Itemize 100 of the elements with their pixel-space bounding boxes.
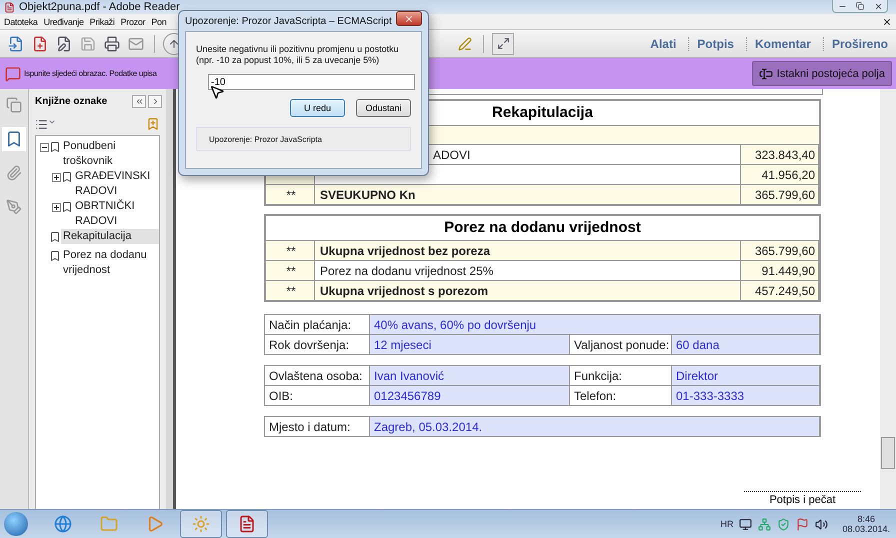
pane-tab[interactable]: Komentar (746, 36, 819, 50)
play-icon (146, 515, 164, 533)
menu-item[interactable]: Pon (148, 16, 170, 26)
menu-item[interactable]: Datoteka (1, 16, 41, 26)
pane-tab[interactable]: Alati (642, 36, 684, 50)
cursor-icon (209, 84, 225, 100)
ok-button[interactable]: U redu (290, 99, 345, 117)
bookmark-item[interactable]: OBRTNIČKI RADOVI (73, 199, 159, 229)
create-file-icon (8, 36, 24, 52)
form-message: Ispunite sljedeći obrazac. Podatke upisa (24, 69, 157, 78)
table-cell: Ukupna vrijednost bez poreza (315, 241, 741, 260)
table-title: Porez na dodanu vrijednost (444, 218, 641, 238)
panel-title: Knjižne oznake (35, 96, 108, 106)
fields-icon (758, 66, 773, 80)
table-cell: ** (266, 241, 315, 260)
form-field[interactable]: Direktor (672, 366, 820, 385)
bookmark-item[interactable]: GRAĐEVINSKI RADOVI (73, 169, 159, 199)
flag-icon (796, 518, 810, 530)
bookmarks-tab[interactable] (2, 127, 26, 151)
start-button[interactable] (4, 512, 28, 536)
input-field[interactable]: -10 (208, 74, 415, 90)
table-cell: ** (266, 185, 315, 204)
clock-time: 8:46 (857, 514, 875, 524)
paperclip-icon[interactable] (6, 165, 22, 181)
table-cell: SVEUKUPNO Kn (315, 185, 741, 204)
bookmark-icon (49, 231, 61, 243)
print-icon (104, 36, 120, 52)
close-icon[interactable] (874, 2, 882, 10)
table-cell: ** (266, 261, 315, 280)
shield-icon (777, 518, 790, 530)
language-indicator[interactable]: HR (720, 519, 734, 529)
splitter[interactable] (166, 89, 176, 509)
menu-item[interactable]: Prozor (118, 16, 148, 26)
amount-cell: 365.799,60 (741, 241, 819, 260)
scroll-thumb[interactable] (881, 437, 895, 469)
bookmark-item[interactable]: Ponudbeni troškovnik (61, 139, 159, 169)
form-field[interactable]: 01-333-3333 (672, 386, 820, 405)
dialog-title: Upozorenje: Prozor JavaScripta – ECMAScript (185, 16, 392, 26)
network-icon (758, 518, 772, 530)
form-field[interactable]: Ivan Ivanović (370, 366, 570, 385)
close-button[interactable] (396, 11, 422, 26)
table-title: Rekapitulacija (492, 103, 593, 123)
collapse-icon[interactable] (40, 143, 49, 152)
highlight-fields-button[interactable]: Istakni postojeća polja (752, 61, 892, 86)
form-field[interactable]: 60 dana (672, 335, 820, 354)
pane-tab[interactable]: Prošireno (822, 36, 896, 50)
next-button[interactable] (148, 94, 162, 108)
taskbar-app[interactable] (226, 510, 268, 538)
add-file-icon (32, 36, 48, 52)
globe-icon (54, 515, 72, 533)
double-chevron-icon (134, 96, 144, 106)
close-icon (404, 14, 414, 24)
amount-cell: 41.956,20 (741, 165, 819, 184)
prompt-text: Unesite negativnu ili pozitivnu promjenu u postotku (npr. -10 za popust 10%, ili 5 za uvecanje 5%) (196, 44, 400, 66)
form-field[interactable]: 0123456789 (370, 386, 570, 405)
monitor-icon (739, 518, 752, 530)
close-icon (882, 16, 892, 26)
bookmark-icon (5, 130, 23, 148)
amount-cell: 91.449,90 (741, 261, 819, 280)
expand-icon[interactable] (52, 173, 61, 182)
menu-item[interactable]: Uređivanje (40, 16, 87, 26)
amount-cell: 457.249,50 (741, 281, 819, 300)
pdf-icon (4, 2, 15, 12)
bookmark-item[interactable]: Porez na dodanu vrijednost (61, 248, 159, 278)
form-field[interactable]: 12 mjeseci (370, 335, 570, 354)
form-icon (5, 66, 21, 82)
save-icon (80, 36, 96, 52)
bookmark-icon (49, 250, 61, 262)
folder-icon (100, 515, 118, 533)
sun-icon (192, 515, 210, 533)
amount-cell: 323.843,40 (741, 145, 819, 164)
signature-label: Potpis i pečat (769, 494, 836, 506)
restore-icon[interactable] (856, 2, 864, 10)
fullscreen-icon (496, 37, 510, 50)
document-icon (238, 515, 256, 533)
table-cell: ** (266, 281, 315, 300)
amount-cell: 365.799,60 (741, 185, 819, 204)
bookmark-icon (49, 141, 61, 153)
up-arrow-icon (168, 38, 180, 50)
sign-icon (458, 36, 472, 50)
new-bookmark-icon (146, 117, 160, 131)
bookmark-icon (61, 201, 73, 213)
dialog-footer: Upozorenje: Prozor JavaScripta (196, 127, 411, 151)
taskbar-app[interactable] (180, 510, 222, 538)
form-field[interactable]: Zagreb, 05.03.2014. (370, 417, 820, 436)
pane-tab[interactable]: Potpis (688, 36, 742, 50)
collapse-panel-button[interactable] (132, 94, 146, 108)
expand-icon[interactable] (52, 203, 61, 212)
form-field[interactable]: 40% avans, 60% po dovršenju (370, 315, 820, 334)
bookmark-item[interactable]: Rekapitulacija (61, 229, 159, 244)
cancel-button[interactable]: Odustani (356, 99, 411, 117)
bookmark-icon (61, 171, 73, 183)
edit-file-icon (56, 36, 72, 52)
mail-icon (128, 36, 144, 52)
table-cell: Ukupna vrijednost s porezom (315, 281, 741, 300)
menu-item[interactable]: Prikaži (86, 16, 118, 26)
speaker-icon (815, 518, 828, 530)
clock-date: 08.03.2014. (842, 524, 890, 534)
list-icon[interactable] (35, 118, 48, 130)
window-title: Objekt2puna.pdf - Adobe Reader (19, 1, 181, 13)
